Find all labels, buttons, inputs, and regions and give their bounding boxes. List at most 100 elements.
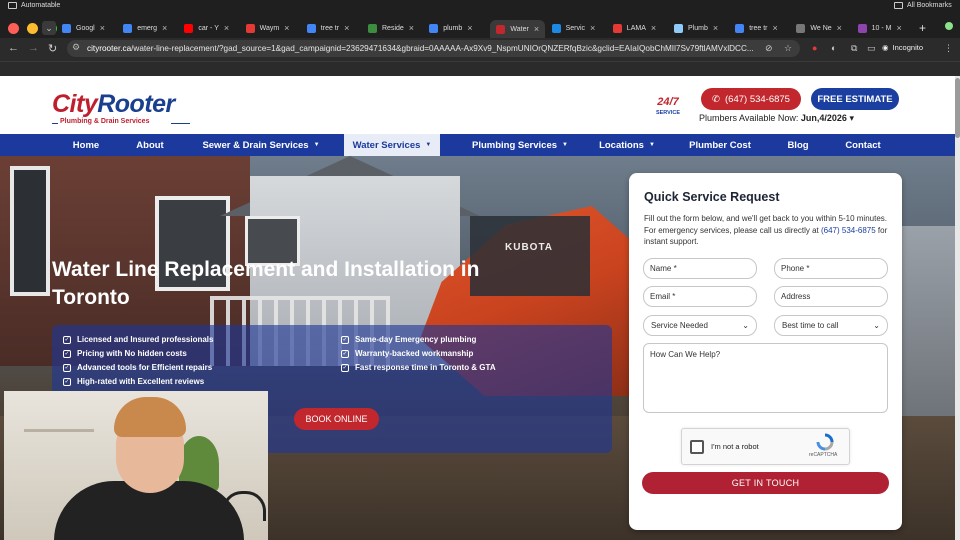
close-tab-icon[interactable]: ×	[534, 24, 539, 34]
favicon-icon	[735, 23, 745, 33]
browser-tab[interactable]: emerg ×	[123, 20, 167, 36]
extension-icon[interactable]: ●	[812, 43, 817, 53]
site-logo[interactable]: CityRooter	[52, 90, 175, 119]
recaptcha-widget: I'm not a robot reCAPTCHA	[681, 428, 850, 465]
message-textarea[interactable]: How Can We Help?	[643, 343, 888, 413]
nav-item[interactable]: Blog	[774, 134, 822, 156]
back-icon[interactable]: ←	[8, 42, 19, 54]
extensions-puzzle-icon[interactable]: ⧉	[851, 43, 857, 54]
close-tab-icon[interactable]: ×	[772, 23, 777, 33]
address-field[interactable]: Address	[774, 286, 888, 307]
close-tab-icon[interactable]: ×	[409, 23, 414, 33]
browser-tab[interactable]: Servic ×	[551, 20, 595, 36]
nav-item[interactable]: Contact	[832, 134, 894, 156]
badge-247-text: 24/7	[656, 96, 679, 108]
minimize-window-button[interactable]	[27, 23, 38, 34]
page-scrollbar-thumb[interactable]	[955, 78, 960, 138]
sidebar-icon[interactable]: ▭	[867, 43, 876, 54]
nav-item[interactable]: Plumbing Services ▼	[456, 134, 584, 156]
name-field[interactable]: Name *	[643, 258, 757, 279]
caret-down-icon: ▼	[648, 142, 655, 148]
nav-item-label: Sewer & Drain Services	[202, 139, 309, 151]
phone-field[interactable]: Phone *	[774, 258, 888, 279]
favicon-icon	[368, 23, 377, 33]
extension-icon[interactable]: ◐	[831, 43, 836, 53]
forward-icon[interactable]: →	[28, 42, 39, 54]
browser-tab[interactable]: Plumb ×	[674, 20, 718, 36]
form-phone-link[interactable]: (647) 534-6875	[821, 226, 876, 235]
browser-tab[interactable]: LAMA ×	[612, 20, 656, 36]
close-tab-icon[interactable]: ×	[651, 23, 656, 33]
email-field[interactable]: Email *	[643, 286, 757, 307]
feature-item: ✓ High-rated with Excellent reviews	[63, 377, 204, 386]
feature-label: Licensed and Insured professionals	[77, 335, 214, 344]
get-in-touch-button[interactable]: GET IN TOUCH	[642, 472, 889, 494]
tab-label: Waym	[259, 24, 280, 32]
browser-tab[interactable]: We Ne ×	[796, 20, 842, 36]
favicon-icon	[612, 23, 622, 33]
nav-item[interactable]: Sewer & Drain Services ▼	[188, 134, 334, 156]
service-select-value: Service Needed	[651, 321, 708, 330]
free-estimate-button[interactable]: FREE ESTIMATE	[811, 88, 899, 110]
close-tab-icon[interactable]: ×	[162, 23, 167, 33]
availability-date: Jun,4/2026	[800, 113, 847, 123]
nav-item[interactable]: Locations ▼	[588, 134, 666, 156]
tab-search-button[interactable]: ⌄	[42, 21, 56, 35]
page-scrollbar[interactable]	[955, 76, 960, 540]
close-tab-icon[interactable]: ×	[344, 23, 349, 33]
tab-label: LAMA	[626, 24, 646, 32]
browser-tab[interactable]: tree tr ×	[735, 20, 778, 36]
time-select[interactable]: Best time to call ⌄	[774, 315, 888, 336]
nav-item[interactable]: Plumber Cost	[676, 134, 764, 156]
hero-background-image	[10, 166, 50, 296]
browser-tab[interactable]: plumb ×	[429, 20, 473, 36]
eye-off-icon[interactable]: ⊘	[765, 43, 773, 54]
address-bar[interactable]: ⚙ cityrooter.ca/water-line-replacement/?…	[67, 40, 800, 57]
nav-item-label: Plumbing Services	[472, 139, 558, 151]
close-tab-icon[interactable]: ×	[284, 23, 289, 33]
bookmark-star-icon[interactable]: ☆	[784, 43, 792, 54]
browser-tab[interactable]: Waym ×	[245, 20, 289, 36]
tab-label: car - Y	[198, 24, 219, 32]
tab-label: 10 - M	[871, 24, 892, 32]
close-tab-icon[interactable]: ×	[467, 23, 472, 33]
check-icon: ✓	[341, 363, 349, 372]
check-icon: ✓	[341, 335, 349, 344]
browser-tab[interactable]: 10 - M ×	[857, 20, 902, 36]
browser-menu-icon[interactable]: ⋮	[944, 43, 953, 54]
close-tab-icon[interactable]: ×	[896, 23, 901, 33]
all-bookmarks[interactable]: All Bookmarks	[894, 2, 952, 9]
badge-service-text: SERVICE	[656, 110, 680, 116]
nav-item[interactable]: About	[124, 134, 176, 156]
close-tab-icon[interactable]: ×	[837, 23, 842, 33]
feature-item: ✓ Advanced tools for Efficient repairs	[63, 363, 212, 372]
browser-tab[interactable]: car - Y ×	[184, 20, 229, 36]
site-info-icon[interactable]: ⚙	[72, 42, 80, 53]
recaptcha-checkbox[interactable]	[690, 440, 704, 454]
favicon-icon	[306, 23, 316, 33]
nav-item[interactable]: Water Services ▼	[344, 134, 440, 156]
incognito-indicator[interactable]: ◉ Incognito	[882, 43, 923, 52]
browser-tab[interactable]: tree tr ×	[306, 20, 349, 36]
new-tab-button[interactable]: +	[919, 21, 926, 35]
bookmark-folder[interactable]: Automatable	[8, 2, 60, 9]
feature-label: Warranty-backed workmanship	[355, 349, 474, 358]
close-tab-icon[interactable]: ×	[224, 23, 229, 33]
close-window-button[interactable]	[8, 23, 19, 34]
close-tab-icon[interactable]: ×	[100, 23, 105, 33]
service-select[interactable]: Service Needed ⌄	[643, 315, 757, 336]
chevron-down-icon: ⌄	[873, 321, 880, 330]
browser-tab[interactable]: Water ×	[490, 20, 546, 38]
browser-tab[interactable]: Reside ×	[368, 20, 414, 36]
book-online-button[interactable]: BOOK ONLINE	[294, 408, 379, 430]
nav-item[interactable]: Home	[52, 134, 120, 156]
badge-247-icon: 24/7 SERVICE	[656, 96, 680, 116]
phone-button[interactable]: ✆ (647) 534-6875	[701, 88, 801, 110]
chevron-down-icon[interactable]: ▾	[849, 113, 854, 123]
reload-icon[interactable]: ↻	[48, 42, 57, 55]
browser-tab[interactable]: Googl ×	[62, 20, 105, 36]
close-tab-icon[interactable]: ×	[590, 23, 595, 33]
feature-item: ✓ Pricing with No hidden costs	[63, 349, 187, 358]
close-tab-icon[interactable]: ×	[713, 23, 718, 33]
folder-icon	[8, 2, 17, 9]
